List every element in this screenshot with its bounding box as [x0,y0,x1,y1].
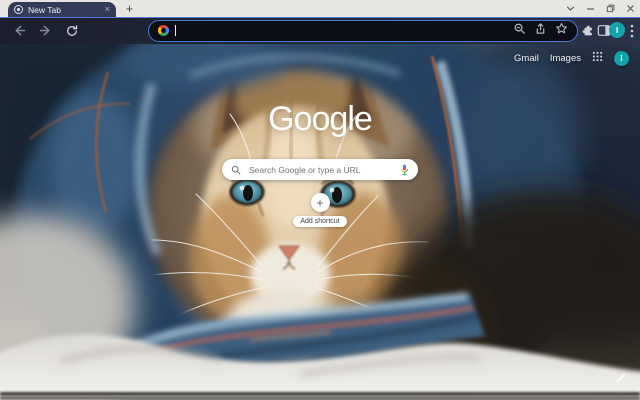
apps-grid-icon[interactable] [592,49,603,67]
add-shortcut-button[interactable]: + [310,193,330,212]
active-tab[interactable]: New Tab × [8,2,116,17]
browser-window: New Tab × + I Gmail Images I Google Sear… [0,0,640,400]
add-shortcut: + Add shortcut [0,193,640,227]
omnibox-input[interactable] [182,24,507,37]
customize-pencil-icon[interactable] [614,372,627,390]
new-tab-button[interactable]: + [121,0,138,17]
tab-close-icon[interactable]: × [104,5,110,15]
tab-title: New Tab [28,4,61,15]
window-controls [566,0,635,17]
omnibox[interactable] [148,20,578,42]
ntp-profile-avatar[interactable]: I [614,50,629,66]
text-caret [175,25,176,37]
google-logo: Google [268,100,373,138]
omnibox-icons [513,22,568,40]
google-g-icon [158,25,169,37]
mic-icon[interactable] [400,164,409,176]
new-tab-page: Gmail Images I Google Search Google or t… [0,44,640,400]
ntp-top-links: Gmail Images I [514,49,629,67]
share-icon[interactable] [534,22,547,40]
toolbar: I [0,17,640,44]
search-input[interactable] [247,163,394,176]
tab-strip: New Tab × + [0,0,640,17]
tab-favicon-icon [14,5,23,14]
reload-button[interactable] [63,22,81,40]
search-bar[interactable] [222,159,418,180]
search-magnifier-icon [231,165,241,175]
zoom-magnifier-icon[interactable] [513,22,526,40]
minimize-icon[interactable] [586,5,595,12]
gmail-link[interactable]: Gmail [514,53,539,64]
restore-icon[interactable] [606,4,615,13]
add-shortcut-label: Add shortcut [293,216,347,227]
forward-button[interactable] [36,22,54,40]
bookmark-star-icon[interactable] [555,22,568,40]
chevron-down-icon[interactable] [566,5,575,12]
profile-avatar[interactable]: I [609,22,625,38]
back-button[interactable] [10,22,28,40]
three-dot-menu-icon[interactable] [626,22,638,40]
images-link[interactable]: Images [550,53,581,64]
close-icon[interactable] [626,4,635,13]
